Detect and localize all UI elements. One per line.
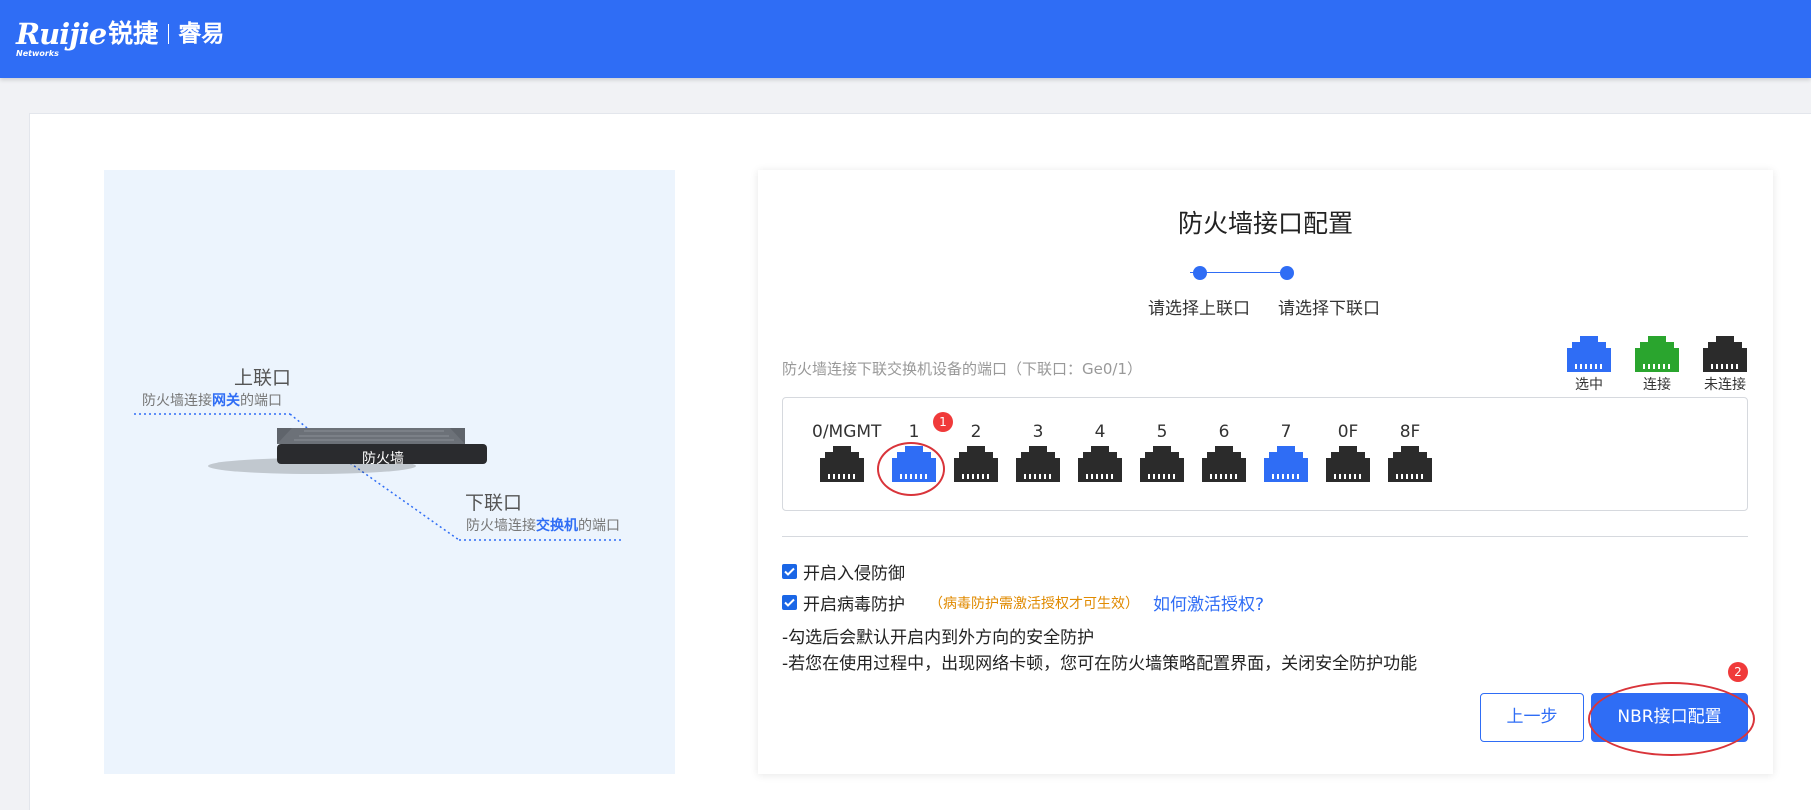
logo-wordmark: Ruijie <box>16 17 107 51</box>
ethernet-port-icon <box>1567 336 1611 372</box>
checkmark-icon <box>784 598 795 607</box>
port-0-mgmt[interactable]: 0/MGMT <box>812 422 882 482</box>
antivirus-label: 开启病毒防护 <box>803 595 905 615</box>
step-dot-2 <box>1280 266 1294 280</box>
port-label: 7 <box>1280 422 1292 442</box>
logo-chinese: 锐捷 <box>108 19 159 48</box>
ethernet-port-icon <box>1078 446 1122 482</box>
uplink-desc-text: 防火墙连接 <box>142 393 212 409</box>
ethernet-port-icon <box>1635 336 1679 372</box>
topology-illustration: 上联口 防火墙连接网关的端口 防火墙 下联口 防火墙连接交换机的端口 <box>104 170 675 774</box>
port-label: 2 <box>970 422 982 442</box>
port-label: 3 <box>1032 422 1044 442</box>
ethernet-port-icon <box>1703 336 1747 372</box>
logo-subtitle: Networks <box>16 49 59 58</box>
legend-connected-label: 连接 <box>1643 377 1671 393</box>
annotation-ring-next <box>1588 682 1755 756</box>
port-5[interactable]: 5 <box>1132 422 1192 482</box>
top-bar: Ruijie Networks 锐捷 睿易 <box>0 0 1811 78</box>
antivirus-option[interactable]: 开启病毒防护 （病毒防护需激活授权才可生效） 如何激活授权? <box>782 590 1264 615</box>
uplink-description: 防火墙连接网关的端口 <box>142 390 282 410</box>
legend-connected: 连接 <box>1632 332 1682 394</box>
port-label: 0/MGMT <box>812 422 882 442</box>
port-0f[interactable]: 0F <box>1318 422 1378 482</box>
activate-license-link[interactable]: 如何激活授权? <box>1153 590 1264 615</box>
port-label: 0F <box>1337 422 1359 442</box>
ips-option[interactable]: 开启入侵防御 <box>782 559 905 584</box>
annotation-badge-1: 1 <box>933 412 953 432</box>
port-4[interactable]: 4 <box>1070 422 1130 482</box>
port-label: 4 <box>1094 422 1106 442</box>
port-label: 5 <box>1156 422 1168 442</box>
antivirus-warning: （病毒防护需激活授权才可生效） <box>929 595 1139 612</box>
step-dot-1 <box>1193 266 1207 280</box>
legend-unconnected-label: 未连接 <box>1704 377 1746 393</box>
port-label: 6 <box>1218 422 1230 442</box>
port-selector: 0/MGMT 1 2 3 4 5 6 7 0F 8F 1 <box>782 397 1748 511</box>
topology-diagram <box>134 413 624 541</box>
step-connector <box>1190 272 1283 273</box>
logo-separator <box>168 24 170 44</box>
previous-button[interactable]: 上一步 <box>1480 693 1584 742</box>
product-name: 睿易 <box>178 21 225 47</box>
checkmark-icon <box>784 567 795 576</box>
port-label: 8F <box>1399 422 1421 442</box>
ethernet-port-icon <box>1264 446 1308 482</box>
ethernet-port-icon <box>954 446 998 482</box>
ethernet-port-icon <box>1326 446 1370 482</box>
ips-label: 开启入侵防御 <box>803 564 905 584</box>
annotation-badge-2: 2 <box>1728 662 1748 682</box>
downlink-description: 防火墙连接交换机的端口 <box>466 515 620 535</box>
antivirus-checkbox[interactable] <box>782 595 797 610</box>
annotation-ring-port-1 <box>877 442 945 496</box>
ethernet-port-icon <box>1388 446 1432 482</box>
legend-selected-label: 选中 <box>1575 377 1603 393</box>
legend-unconnected: 未连接 <box>1700 332 1750 394</box>
ethernet-port-icon <box>1140 446 1184 482</box>
firewall-device-label: 防火墙 <box>362 451 404 467</box>
step-label-uplink: 请选择上联口 <box>1148 299 1250 319</box>
port-8f[interactable]: 8F <box>1380 422 1440 482</box>
uplink-desc-highlight: 网关 <box>212 393 240 409</box>
uplink-desc-suffix: 的端口 <box>240 393 282 409</box>
note-line-2: -若您在使用过程中，出现网络卡顿，您可在防火墙策略配置界面，关闭安全防护功能 <box>782 654 1418 674</box>
port-hint: 防火墙连接下联交换机设备的端口（下联口：Ge0/1） <box>782 360 1142 378</box>
ethernet-port-icon <box>1016 446 1060 482</box>
downlink-desc-text: 防火墙连接 <box>466 518 536 534</box>
port-6[interactable]: 6 <box>1194 422 1254 482</box>
port-2[interactable]: 2 <box>946 422 1006 482</box>
interface-config-panel: 防火墙接口配置 请选择上联口 请选择下联口 防火墙连接下联交换机设备的端口（下联… <box>758 170 1773 774</box>
ethernet-port-icon <box>1202 446 1246 482</box>
brand-logo: Ruijie Networks 锐捷 睿易 <box>16 17 225 58</box>
note-line-1: -勾选后会默认开启内到外方向的安全防护 <box>782 628 1095 648</box>
port-7[interactable]: 7 <box>1256 422 1316 482</box>
ethernet-port-icon <box>820 446 864 482</box>
port-3[interactable]: 3 <box>1008 422 1068 482</box>
legend-selected: 选中 <box>1564 332 1614 394</box>
page-title: 防火墙接口配置 <box>1177 209 1353 238</box>
ips-checkbox[interactable] <box>782 564 797 579</box>
downlink-desc-suffix: 的端口 <box>578 518 620 534</box>
section-divider <box>782 536 1748 537</box>
uplink-title: 上联口 <box>234 367 292 389</box>
downlink-title: 下联口 <box>465 492 523 514</box>
step-label-downlink: 请选择下联口 <box>1278 299 1380 319</box>
downlink-desc-highlight: 交换机 <box>536 518 578 534</box>
